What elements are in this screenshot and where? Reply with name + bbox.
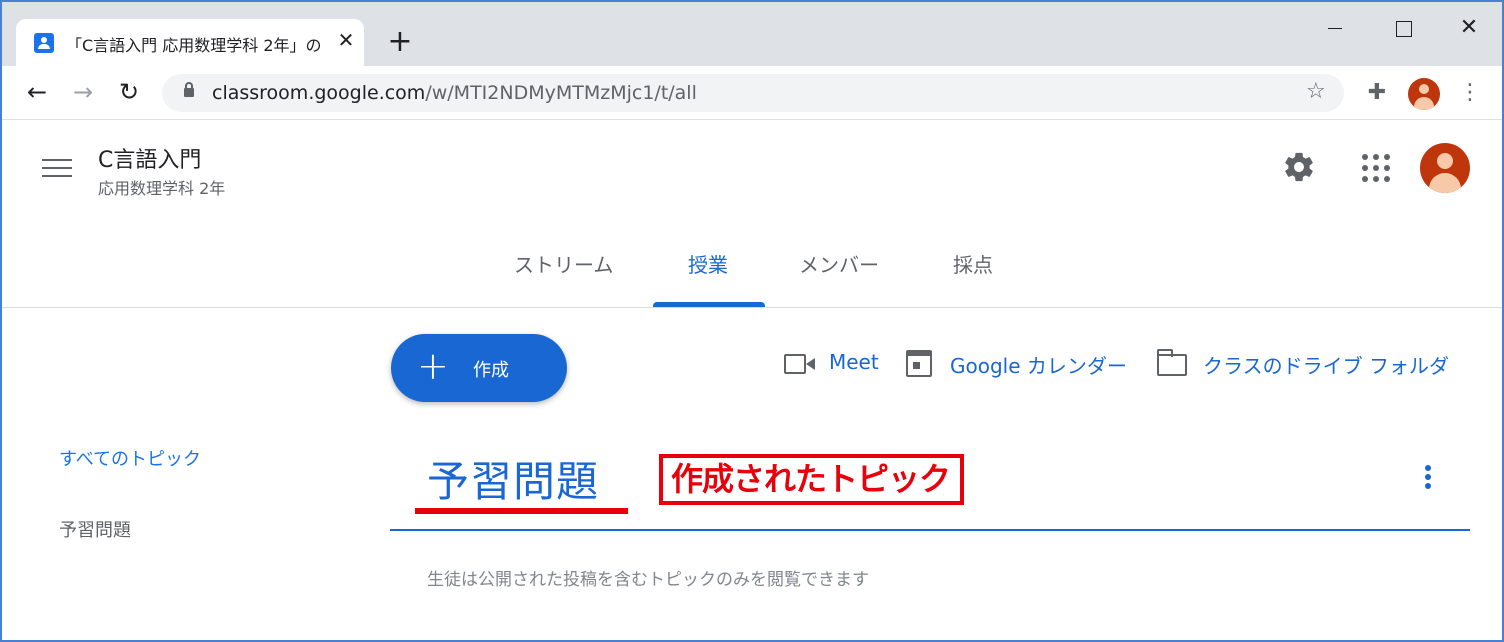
- sidebar-all-topics[interactable]: すべてのトピック: [59, 445, 201, 471]
- new-tab-button[interactable]: +: [386, 27, 414, 57]
- topic-divider: [390, 529, 1470, 531]
- tab-stream[interactable]: ストリーム: [514, 249, 613, 278]
- window-close-button[interactable]: ✕: [1454, 14, 1484, 44]
- annotation-callout: 作成されたトピック: [659, 454, 964, 505]
- tab-people[interactable]: メンバー: [799, 249, 879, 278]
- topic-more-options-icon[interactable]: [1416, 465, 1440, 495]
- create-button-label: 作成: [473, 360, 509, 381]
- topic-title: 予習問題: [427, 457, 600, 506]
- topic-visibility-note: 生徒は公開された投稿を含むトピックのみを閲覧できます: [427, 570, 869, 590]
- url-host: classroom.google.com: [212, 82, 426, 104]
- back-arrow-icon[interactable]: ←: [22, 78, 52, 108]
- tab-title: 「C言語入門 応用数理学科 2年」の: [66, 36, 322, 55]
- maximize-button[interactable]: [1388, 14, 1418, 44]
- calendar-link-label: Google カレンダー: [950, 354, 1127, 378]
- tab-strip: 「C言語入門 応用数理学科 2年」の ✕ + ✕: [2, 2, 1502, 66]
- reload-icon[interactable]: ↻: [114, 78, 144, 108]
- bookmark-star-icon[interactable]: ☆: [1306, 79, 1326, 104]
- drive-folder-link-label: クラスのドライブ フォルダ: [1203, 354, 1449, 378]
- main-menu-icon[interactable]: [42, 159, 72, 179]
- forward-arrow-icon[interactable]: →: [68, 78, 98, 108]
- browser-toolbar: ← → ↻ classroom.google.com/w/MTI2NDMyMTM…: [2, 66, 1502, 120]
- classroom-favicon-icon: [34, 33, 54, 53]
- profile-avatar[interactable]: [1408, 78, 1440, 110]
- google-apps-icon[interactable]: [1362, 154, 1390, 182]
- calendar-icon: [906, 350, 932, 377]
- drive-folder-link[interactable]: クラスのドライブ フォルダ: [1156, 348, 1462, 380]
- calendar-link[interactable]: Google カレンダー: [906, 348, 1136, 380]
- browser-window: 「C言語入門 応用数理学科 2年」の ✕ + ✕ ← → ↻ classroom…: [0, 0, 1504, 642]
- extensions-puzzle-icon[interactable]: ✚: [1364, 80, 1390, 106]
- plus-icon: +: [417, 344, 449, 388]
- minimize-button[interactable]: [1320, 14, 1350, 44]
- tab-classwork[interactable]: 授業: [688, 249, 728, 278]
- lock-icon[interactable]: [184, 82, 194, 97]
- sidebar-topic-item[interactable]: 予習問題: [59, 516, 131, 542]
- class-nav-tabs: ストリーム 授業 メンバー 採点: [2, 234, 1502, 308]
- browser-tab[interactable]: 「C言語入門 応用数理学科 2年」の ✕: [16, 19, 364, 66]
- video-camera-icon: [784, 354, 815, 374]
- tab-grades[interactable]: 採点: [953, 249, 993, 278]
- address-bar[interactable]: classroom.google.com/w/MTI2NDMyMTMzMjc1/…: [162, 74, 1344, 112]
- create-button[interactable]: + 作成: [391, 334, 567, 402]
- meet-link[interactable]: Meet: [784, 348, 884, 380]
- folder-icon: [1156, 349, 1187, 376]
- browser-menu-icon[interactable]: ⋮: [1458, 78, 1482, 108]
- annotation-underline: [415, 508, 628, 514]
- url-text[interactable]: classroom.google.com/w/MTI2NDMyMTMzMjc1/…: [212, 82, 697, 104]
- settings-gear-icon[interactable]: [1282, 150, 1316, 184]
- url-path: /w/MTI2NDMyMTMzMjc1/t/all: [425, 82, 697, 104]
- class-section: 応用数理学科 2年: [98, 179, 226, 198]
- account-avatar[interactable]: [1420, 143, 1470, 193]
- class-name[interactable]: C言語入門: [98, 142, 201, 174]
- tab-close-icon[interactable]: ✕: [334, 28, 358, 52]
- active-tab-indicator: [653, 302, 765, 307]
- meet-link-label: Meet: [829, 350, 879, 374]
